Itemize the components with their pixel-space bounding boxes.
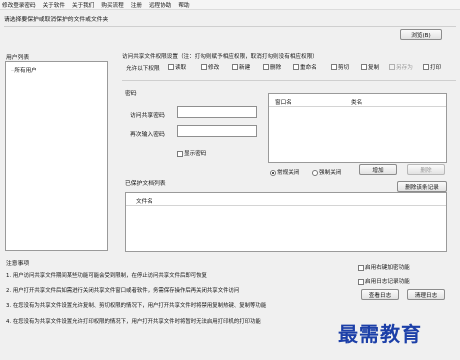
path-divider xyxy=(4,26,456,27)
watermark-logo: 最需教育 xyxy=(338,322,422,346)
clear-log-button[interactable]: 清理日志 xyxy=(407,289,445,300)
user-list-title: 用户列表 xyxy=(6,55,30,61)
force-close-option[interactable]: 强制关闭 xyxy=(312,168,341,176)
perm-cut[interactable]: 剪切 xyxy=(331,63,349,71)
normal-close-radio[interactable] xyxy=(270,169,276,176)
log-option[interactable]: 启用日志记录功能 xyxy=(358,277,410,285)
rename-checkbox[interactable] xyxy=(293,64,299,70)
delete-button: 删除 xyxy=(407,164,445,175)
section-divider xyxy=(122,80,456,81)
save-as-checkbox xyxy=(389,64,395,70)
menu-item-about-us[interactable]: 关于我们 xyxy=(72,1,94,9)
cut-checkbox[interactable] xyxy=(331,64,337,70)
normal-close-option[interactable]: 常规关闭 xyxy=(270,168,299,176)
access-password-label: 访问共享密码 xyxy=(130,113,165,119)
menu-bar: 修改登录密码 关于软件 关于我们 购买流程 注册 远程协助 帮助 xyxy=(0,0,460,10)
show-password-checkbox[interactable] xyxy=(177,150,183,157)
delete-record-button[interactable]: 删除该条记录 xyxy=(397,181,447,192)
table-header-divider xyxy=(269,106,446,107)
class-name-header: 类名 xyxy=(351,100,363,106)
password-title: 密码 xyxy=(125,91,137,97)
modify-checkbox[interactable] xyxy=(201,64,207,70)
perm-rename[interactable]: 重命名 xyxy=(293,63,317,71)
instruction-text: 请选择要保护或取消保护的文件或文件夹 xyxy=(4,17,109,23)
print-checkbox[interactable] xyxy=(423,64,429,70)
protected-docs-table[interactable]: 文件名 xyxy=(125,192,447,252)
log-checkbox[interactable] xyxy=(358,278,364,285)
permissions-allow-label: 允许以下权限 xyxy=(126,66,160,72)
note-item: 1. 用户访问共享文件期间某些功能可能会受到限制，在停止访问共享文件后即可恢复 xyxy=(6,273,207,279)
perm-copy[interactable]: 复制 xyxy=(361,63,379,71)
access-password-input[interactable] xyxy=(177,106,257,118)
create-checkbox[interactable] xyxy=(232,64,238,70)
permissions-title: 访问共享文件权限设置（注：打勾则赋予相应权限，取消打勾则没有相应权限） xyxy=(122,54,318,60)
copy-checkbox[interactable] xyxy=(361,64,367,70)
window-name-header: 窗口名 xyxy=(275,100,292,106)
window-table[interactable]: 窗口名 类名 xyxy=(268,93,447,163)
menu-item-change-password[interactable]: 修改登录密码 xyxy=(2,1,36,9)
view-log-button[interactable]: 查看日志 xyxy=(361,289,399,300)
perm-delete[interactable]: 删除 xyxy=(263,63,281,71)
add-button[interactable]: 增加 xyxy=(359,164,397,175)
file-name-header: 文件名 xyxy=(136,199,153,205)
perm-create[interactable]: 新建 xyxy=(232,63,250,71)
menu-item-register[interactable]: 注册 xyxy=(131,1,142,9)
menu-item-about-software[interactable]: 关于软件 xyxy=(43,1,65,9)
table-header-divider xyxy=(126,205,446,206)
menu-item-remote-help[interactable]: 远程协助 xyxy=(149,1,171,9)
right-click-option[interactable]: 启用右键加密功能 xyxy=(358,263,410,271)
delete-checkbox[interactable] xyxy=(263,64,269,70)
right-click-checkbox[interactable] xyxy=(358,264,364,271)
show-password[interactable]: 显示密码 xyxy=(177,149,206,157)
protected-docs-title: 已保护文档列表 xyxy=(125,181,166,187)
perm-modify[interactable]: 修改 xyxy=(201,63,219,71)
confirm-password-label: 再次输入密码 xyxy=(130,132,165,138)
browse-button[interactable]: 浏览(B) xyxy=(400,29,442,40)
user-list[interactable]: ┈所有用户 xyxy=(5,61,108,251)
note-item: 3. 在您没有为共享文件设置允许复制、剪切权限的情况下，用户打开共享文件时将禁用… xyxy=(6,303,267,309)
menu-item-help[interactable]: 帮助 xyxy=(178,1,189,9)
perm-print[interactable]: 打印 xyxy=(423,63,441,71)
read-checkbox[interactable] xyxy=(168,64,174,70)
note-item: 2. 用户打开共享文件后如需进行关闭共享文件窗口或者软件，务需保存操作后再关闭共… xyxy=(6,288,240,294)
menu-item-purchase[interactable]: 购买流程 xyxy=(101,1,123,9)
note-item: 4. 在您没有为共享文件设置允许打印权限的情况下，用户打开共享文件时将暂时无法启… xyxy=(6,319,261,325)
perm-read[interactable]: 读取 xyxy=(168,63,186,71)
notes-title: 注意事项 xyxy=(6,261,30,267)
force-close-radio[interactable] xyxy=(312,169,318,176)
list-item[interactable]: ┈所有用户 xyxy=(11,66,37,74)
perm-save-as: 另存为 xyxy=(389,63,413,71)
confirm-password-input[interactable] xyxy=(177,125,257,137)
